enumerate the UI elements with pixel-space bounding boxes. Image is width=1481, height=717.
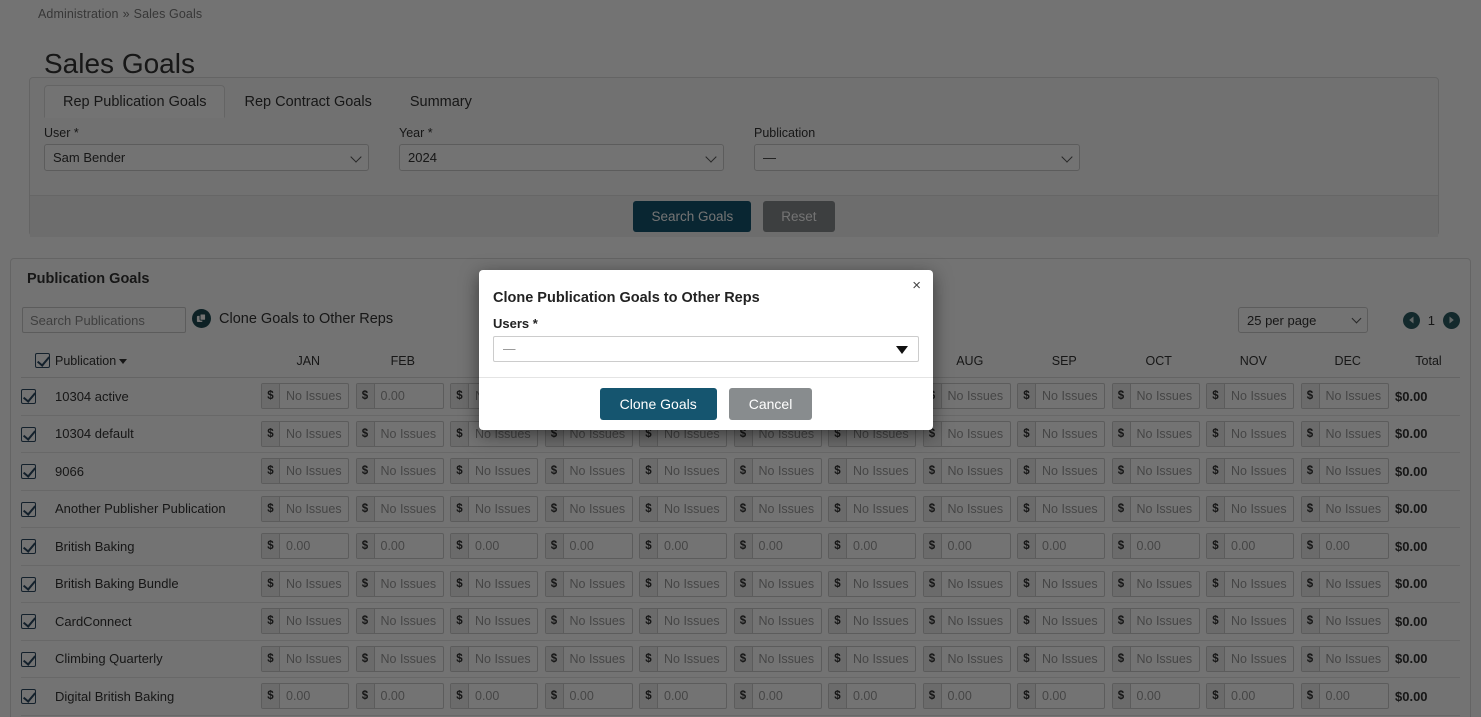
modal-body: Users * —: [479, 316, 933, 362]
users-select[interactable]: —: [493, 336, 919, 362]
cancel-button[interactable]: Cancel: [728, 388, 813, 420]
users-label: Users *: [493, 316, 538, 331]
clone-goals-button[interactable]: Clone Goals: [599, 388, 717, 420]
close-icon[interactable]: ×: [910, 276, 923, 295]
modal-title: Clone Publication Goals to Other Reps: [493, 290, 760, 306]
chevron-down-icon: [896, 346, 908, 354]
modal-footer: Clone Goals Cancel: [479, 377, 933, 430]
users-select-value: —: [503, 342, 516, 356]
clone-goals-modal: × Clone Publication Goals to Other Reps …: [479, 270, 933, 430]
